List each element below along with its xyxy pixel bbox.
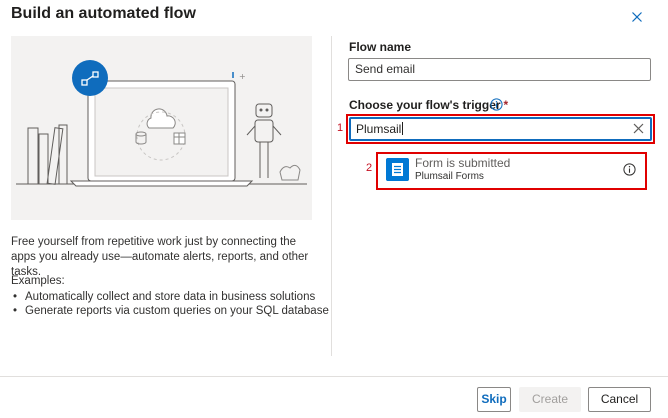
cancel-button[interactable]: Cancel <box>588 387 651 412</box>
example-item: Automatically collect and store data in … <box>11 290 331 304</box>
laptop-illustration: + <box>16 60 307 187</box>
trigger-label-text: Choose your flow's trigger <box>349 98 501 112</box>
text-caret <box>402 122 404 135</box>
examples-list: Automatically collect and store data in … <box>11 290 331 318</box>
trigger-search-input[interactable]: Plumsail <box>349 117 652 141</box>
column-divider <box>331 36 332 356</box>
dialog-title: Build an automated flow <box>11 5 196 22</box>
trigger-name: Form is submitted <box>415 156 511 170</box>
close-icon[interactable] <box>628 8 646 26</box>
illustration: + <box>11 36 312 220</box>
trigger-label: Choose your flow's trigger * <box>349 98 508 112</box>
trigger-result-item[interactable]: Form is submitted Plumsail Forms <box>379 155 644 187</box>
trigger-connector: Plumsail Forms <box>415 171 484 182</box>
create-button[interactable]: Create <box>519 387 581 412</box>
example-item: Generate reports via custom queries on y… <box>11 304 331 318</box>
trigger-search-value: Plumsail <box>356 122 402 136</box>
flow-name-input[interactable]: Send email <box>348 58 651 81</box>
intro-description: Free yourself from repetitive work just … <box>11 236 309 278</box>
required-mark: * <box>503 98 509 112</box>
info-icon[interactable] <box>490 98 503 111</box>
info-icon[interactable] <box>623 163 636 176</box>
annotation-number: 1 <box>337 122 344 134</box>
svg-text:+: + <box>239 72 246 81</box>
annotation-number: 2 <box>366 162 373 174</box>
clear-icon[interactable] <box>633 123 644 134</box>
examples-title: Examples: <box>11 275 65 287</box>
forms-icon <box>386 158 409 181</box>
footer-divider <box>0 376 668 377</box>
skip-button[interactable]: Skip <box>477 387 511 412</box>
flow-name-label: Flow name <box>349 40 412 54</box>
